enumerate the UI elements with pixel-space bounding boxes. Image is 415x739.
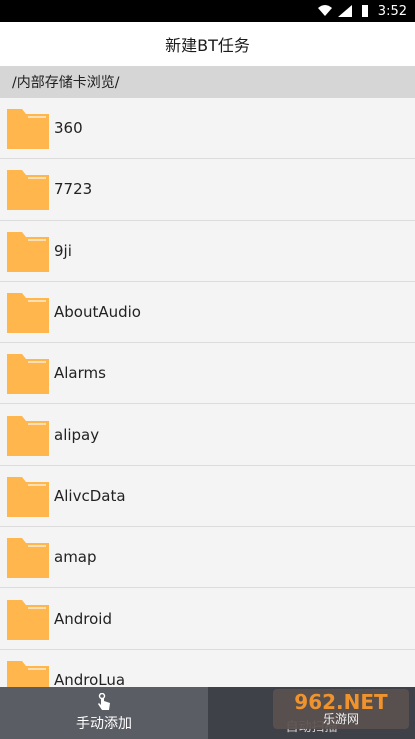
- folder-icon: [6, 535, 50, 579]
- folder-icon: [6, 167, 50, 211]
- title-bar: 新建BT任务: [0, 22, 415, 66]
- breadcrumb: /内部存储卡浏览/: [0, 66, 415, 98]
- folder-icon: [6, 658, 50, 688]
- battery-icon: [361, 5, 368, 17]
- manual-add-label: 手动添加: [76, 716, 132, 732]
- folder-row-amap[interactable]: amap: [0, 527, 415, 589]
- folder-icon: [6, 290, 50, 334]
- auto-scan-button[interactable]: 自动扫描 962.NET 乐游网: [208, 687, 415, 739]
- folder-row-androlua[interactable]: AndroLua: [0, 649, 415, 688]
- folder-name: AndroLua: [54, 670, 126, 688]
- folder-name: 360: [54, 119, 83, 138]
- hand-tap-icon: [98, 693, 110, 710]
- folder-list: 360 7723 9ji AboutAudio Alarms alipay Al…: [0, 98, 415, 688]
- folder-name: 9ji: [54, 241, 72, 260]
- folder-row-7723[interactable]: 7723: [0, 159, 415, 221]
- signal-icon: [337, 5, 352, 17]
- folder-name: AboutAudio: [54, 303, 141, 322]
- folder-name: amap: [54, 548, 97, 567]
- watermark-text-top: 962.NET: [294, 690, 388, 714]
- watermark-text-bottom: 乐游网: [322, 712, 359, 726]
- watermark-logo: 962.NET 乐游网: [273, 689, 409, 729]
- folder-row-aboutaudio[interactable]: AboutAudio: [0, 281, 415, 344]
- current-path: /内部存储卡浏览/: [12, 75, 120, 91]
- manual-add-button[interactable]: 手动添加: [0, 687, 208, 739]
- status-time: 3:52: [377, 3, 407, 19]
- folder-name: 7723: [54, 180, 93, 199]
- folder-row-alipay[interactable]: alipay: [0, 404, 415, 466]
- folder-icon: [6, 106, 50, 150]
- folder-row-alivcdata[interactable]: AlivcData: [0, 465, 415, 528]
- folder-name: Alarms: [54, 364, 106, 383]
- folder-row-9ji[interactable]: 9ji: [0, 220, 415, 282]
- folder-icon: [6, 229, 50, 273]
- folder-icon: [6, 597, 50, 641]
- folder-name: alipay: [54, 425, 100, 444]
- wifi-icon: [317, 5, 332, 16]
- page-title: 新建BT任务: [165, 36, 250, 55]
- folder-row-360[interactable]: 360: [0, 98, 415, 160]
- folder-icon: [6, 474, 50, 518]
- status-bar: 3:52: [0, 0, 415, 22]
- folder-name: Android: [54, 609, 112, 628]
- folder-icon: [6, 413, 50, 457]
- bottom-bar: 手动添加 自动扫描 962.NET 乐游网: [0, 687, 415, 739]
- folder-row-android[interactable]: Android: [0, 588, 415, 650]
- folder-icon: [6, 351, 50, 395]
- folder-row-alarms[interactable]: Alarms: [0, 343, 415, 405]
- folder-name: AlivcData: [54, 486, 126, 505]
